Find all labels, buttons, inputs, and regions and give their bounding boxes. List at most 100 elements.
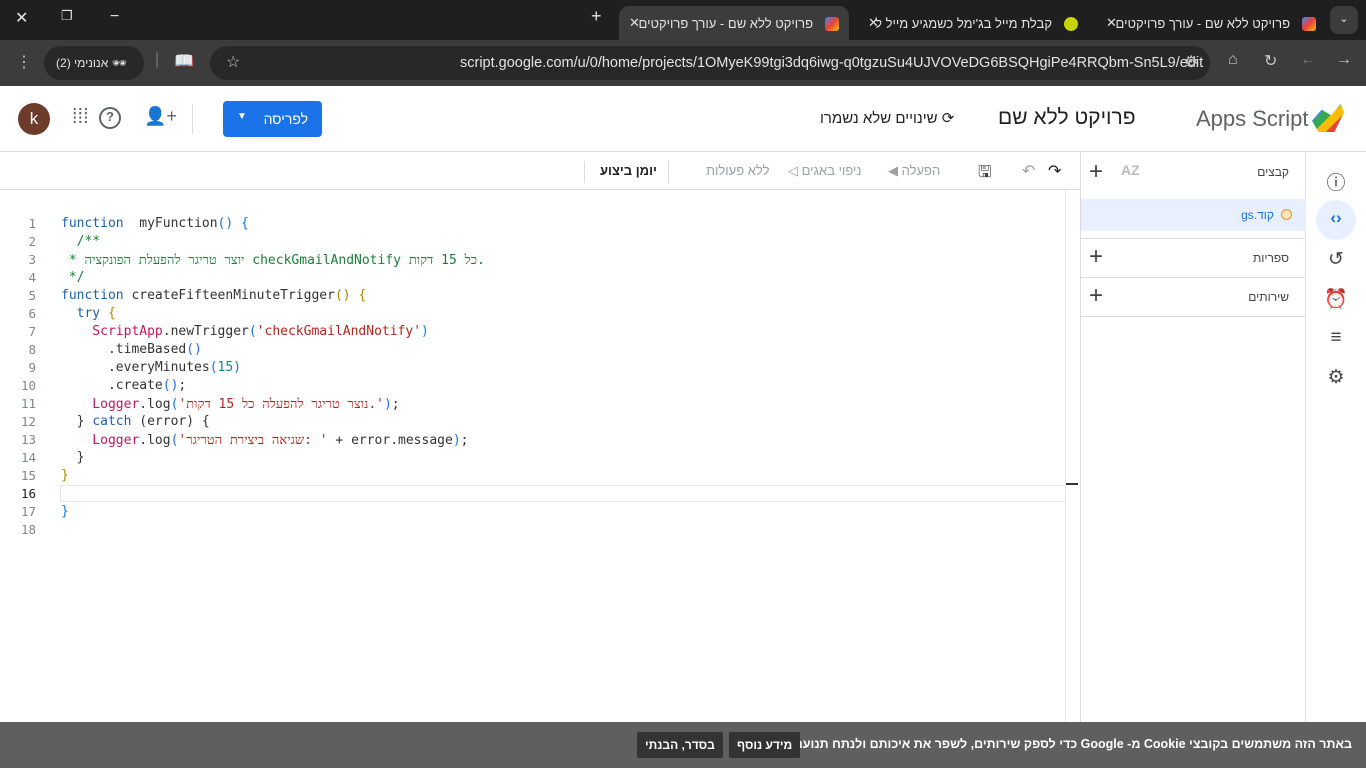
- editor-code-icon[interactable]: ‹›: [1316, 200, 1356, 240]
- line-number: 11: [20, 396, 36, 411]
- new-tab-icon[interactable]: +: [591, 6, 602, 27]
- line-number: 8: [28, 342, 36, 357]
- code-token: .create: [61, 378, 163, 393]
- share-add-person-icon[interactable]: 👤+: [144, 106, 177, 127]
- history-icon[interactable]: ↺: [1324, 248, 1348, 272]
- code-line[interactable]: .everyMinutes(15): [61, 360, 241, 375]
- triggers-alarm-icon[interactable]: ⏰: [1324, 287, 1348, 311]
- divider: [1081, 238, 1306, 239]
- code-line[interactable]: * יוצר טריגר להפעלת הפונקציה checkGmailA…: [61, 252, 485, 268]
- code-token: /**: [61, 234, 101, 249]
- file-item-code-gs[interactable]: קוד.gs: [1081, 199, 1306, 231]
- code-token: (: [209, 360, 218, 375]
- close-tab-icon[interactable]: ✕: [1106, 15, 1117, 31]
- code-line[interactable]: .create();: [61, 378, 186, 393]
- minimize-window-icon[interactable]: −: [110, 8, 119, 26]
- code-editor[interactable]: 1 function myFunction() {2 /** 3 * יוצר טר…: [0, 190, 1080, 722]
- code-line[interactable]: Logger.log('שגיאה ביצירת הטריגר: ' + err…: [61, 432, 468, 448]
- close-window-icon[interactable]: ✕: [15, 8, 28, 28]
- nav-rail: ⓘ ‹› ↺ ⏰ ≡ ⚙: [1306, 152, 1366, 722]
- close-tab-icon[interactable]: ✕: [868, 15, 879, 31]
- code-token: ): [421, 324, 429, 339]
- code-token: (): [334, 288, 351, 303]
- back-icon[interactable]: ←: [1300, 51, 1316, 69]
- code-line[interactable]: ScriptApp.newTrigger('checkGmailAndNotif…: [61, 324, 429, 339]
- apps-script-logo: [1312, 104, 1344, 132]
- code-token: (: [248, 324, 257, 339]
- code-line[interactable]: }: [61, 504, 69, 519]
- incognito-badge[interactable]: אנונימי (2) 🕶: [44, 46, 144, 80]
- scrollbar-track[interactable]: [1065, 190, 1066, 722]
- save-icon[interactable]: 🖫: [978, 161, 992, 188]
- bookmark-star-icon[interactable]: ☆: [226, 52, 240, 72]
- code-token: }: [61, 468, 69, 483]
- code-token: }: [61, 450, 85, 465]
- code-line[interactable]: */: [61, 270, 85, 285]
- code-line[interactable]: } catch (error) {: [61, 414, 210, 429]
- code-line[interactable]: try {: [61, 306, 116, 321]
- deploy-button[interactable]: לפריסה ▼: [223, 101, 322, 137]
- run-label: הפעלה: [901, 163, 941, 178]
- add-file-icon[interactable]: +: [1089, 158, 1103, 186]
- address-bar[interactable]: script.google.com/u/0/home/projects/1OMy…: [210, 46, 1210, 80]
- redo-icon[interactable]: ↷: [1048, 161, 1061, 181]
- code-line[interactable]: /**: [61, 234, 101, 249]
- forward-icon[interactable]: →: [1336, 51, 1352, 69]
- settings-gear-icon[interactable]: ⚙: [1324, 366, 1348, 390]
- code-token: Logger: [61, 397, 140, 412]
- close-tab-icon[interactable]: ✕: [629, 15, 640, 31]
- browser-tab[interactable]: פרויקט ללא שם - עורך פרויקטים ✕: [1096, 6, 1326, 40]
- code-line[interactable]: }: [61, 450, 85, 465]
- help-icon[interactable]: ?: [99, 107, 121, 129]
- cookie-ok-button[interactable]: בסדר, הבנתי: [637, 732, 723, 758]
- code-token: }: [61, 414, 93, 429]
- debug-button[interactable]: ניפוי באגים ◁: [788, 163, 861, 179]
- browser-tab-active[interactable]: פרויקט ללא שם - עורך פרויקטים ✕: [619, 6, 849, 40]
- incognito-label: אנונימי (2): [56, 56, 109, 70]
- line-number: 6: [28, 306, 36, 321]
- tab-favicon: [1064, 17, 1078, 31]
- execution-log-button[interactable]: יומן ביצוע: [600, 163, 657, 178]
- site-settings-icon[interactable]: ⚙: [1184, 52, 1198, 72]
- code-token: 'checkGmailAndNotify': [256, 324, 422, 339]
- dropdown-arrow-icon: ▼: [237, 111, 247, 122]
- function-select[interactable]: ללא פעולות: [706, 163, 770, 178]
- url-text: script.google.com/u/0/home/projects/1OMy…: [460, 55, 1204, 71]
- line-number: 15: [20, 468, 36, 483]
- run-button[interactable]: הפעלה ◀: [888, 163, 940, 179]
- code-token: ): [233, 360, 242, 375]
- code-token: ): [452, 433, 461, 448]
- code-line[interactable]: .timeBased(): [61, 342, 202, 357]
- undo-icon[interactable]: ↶: [1022, 161, 1035, 181]
- avatar[interactable]: k: [18, 103, 50, 135]
- code-line[interactable]: Logger.log('נוצר טריגר להפעלה כל 15 דקות…: [61, 396, 399, 412]
- line-number: 14: [20, 450, 36, 465]
- line-number: 17: [20, 504, 36, 519]
- code-token: ;: [460, 433, 469, 448]
- apps-grid-icon[interactable]: ⁞⁞⁞: [72, 106, 89, 129]
- code-token: + error.message: [327, 433, 453, 448]
- line-number: 12: [20, 414, 36, 429]
- sort-az-icon[interactable]: AZ: [1121, 162, 1140, 178]
- home-icon[interactable]: ⌂: [1228, 51, 1238, 69]
- restore-window-icon[interactable]: ❐: [61, 8, 73, 24]
- code-line[interactable]: function createFifteenMinuteTrigger() {: [61, 288, 366, 303]
- code-token: * יוצר טריגר להפעלת הפונקציה checkGmailA…: [61, 253, 485, 268]
- menu-icon[interactable]: ⋮: [16, 52, 32, 72]
- code-line[interactable]: }: [61, 468, 69, 483]
- line-number: 7: [28, 324, 36, 339]
- more-info-button[interactable]: מידע נוסף: [729, 732, 801, 758]
- browser-tab[interactable]: קבלת מייל בג'ימל כשמגיע מייל ל ✕: [858, 6, 1088, 40]
- tab-title: פרויקט ללא שם - עורך פרויקטים: [638, 16, 813, 31]
- reload-icon[interactable]: ↻: [1264, 51, 1277, 71]
- reading-mode-icon[interactable]: 📖: [174, 51, 194, 71]
- executions-icon[interactable]: ≡: [1324, 327, 1348, 351]
- code-line[interactable]: function myFunction() {: [61, 216, 249, 231]
- overview-info-icon[interactable]: ⓘ: [1324, 168, 1348, 194]
- divider: [192, 104, 193, 134]
- tab-search-icon[interactable]: ⌄: [1330, 6, 1358, 34]
- editor-toolbar: יומן ביצוע ללא פעולות ניפוי באגים ◁ הפעל…: [0, 152, 1080, 190]
- add-service-icon[interactable]: +: [1089, 282, 1103, 310]
- add-library-icon[interactable]: +: [1089, 243, 1103, 271]
- project-title[interactable]: פרויקט ללא שם: [998, 106, 1136, 130]
